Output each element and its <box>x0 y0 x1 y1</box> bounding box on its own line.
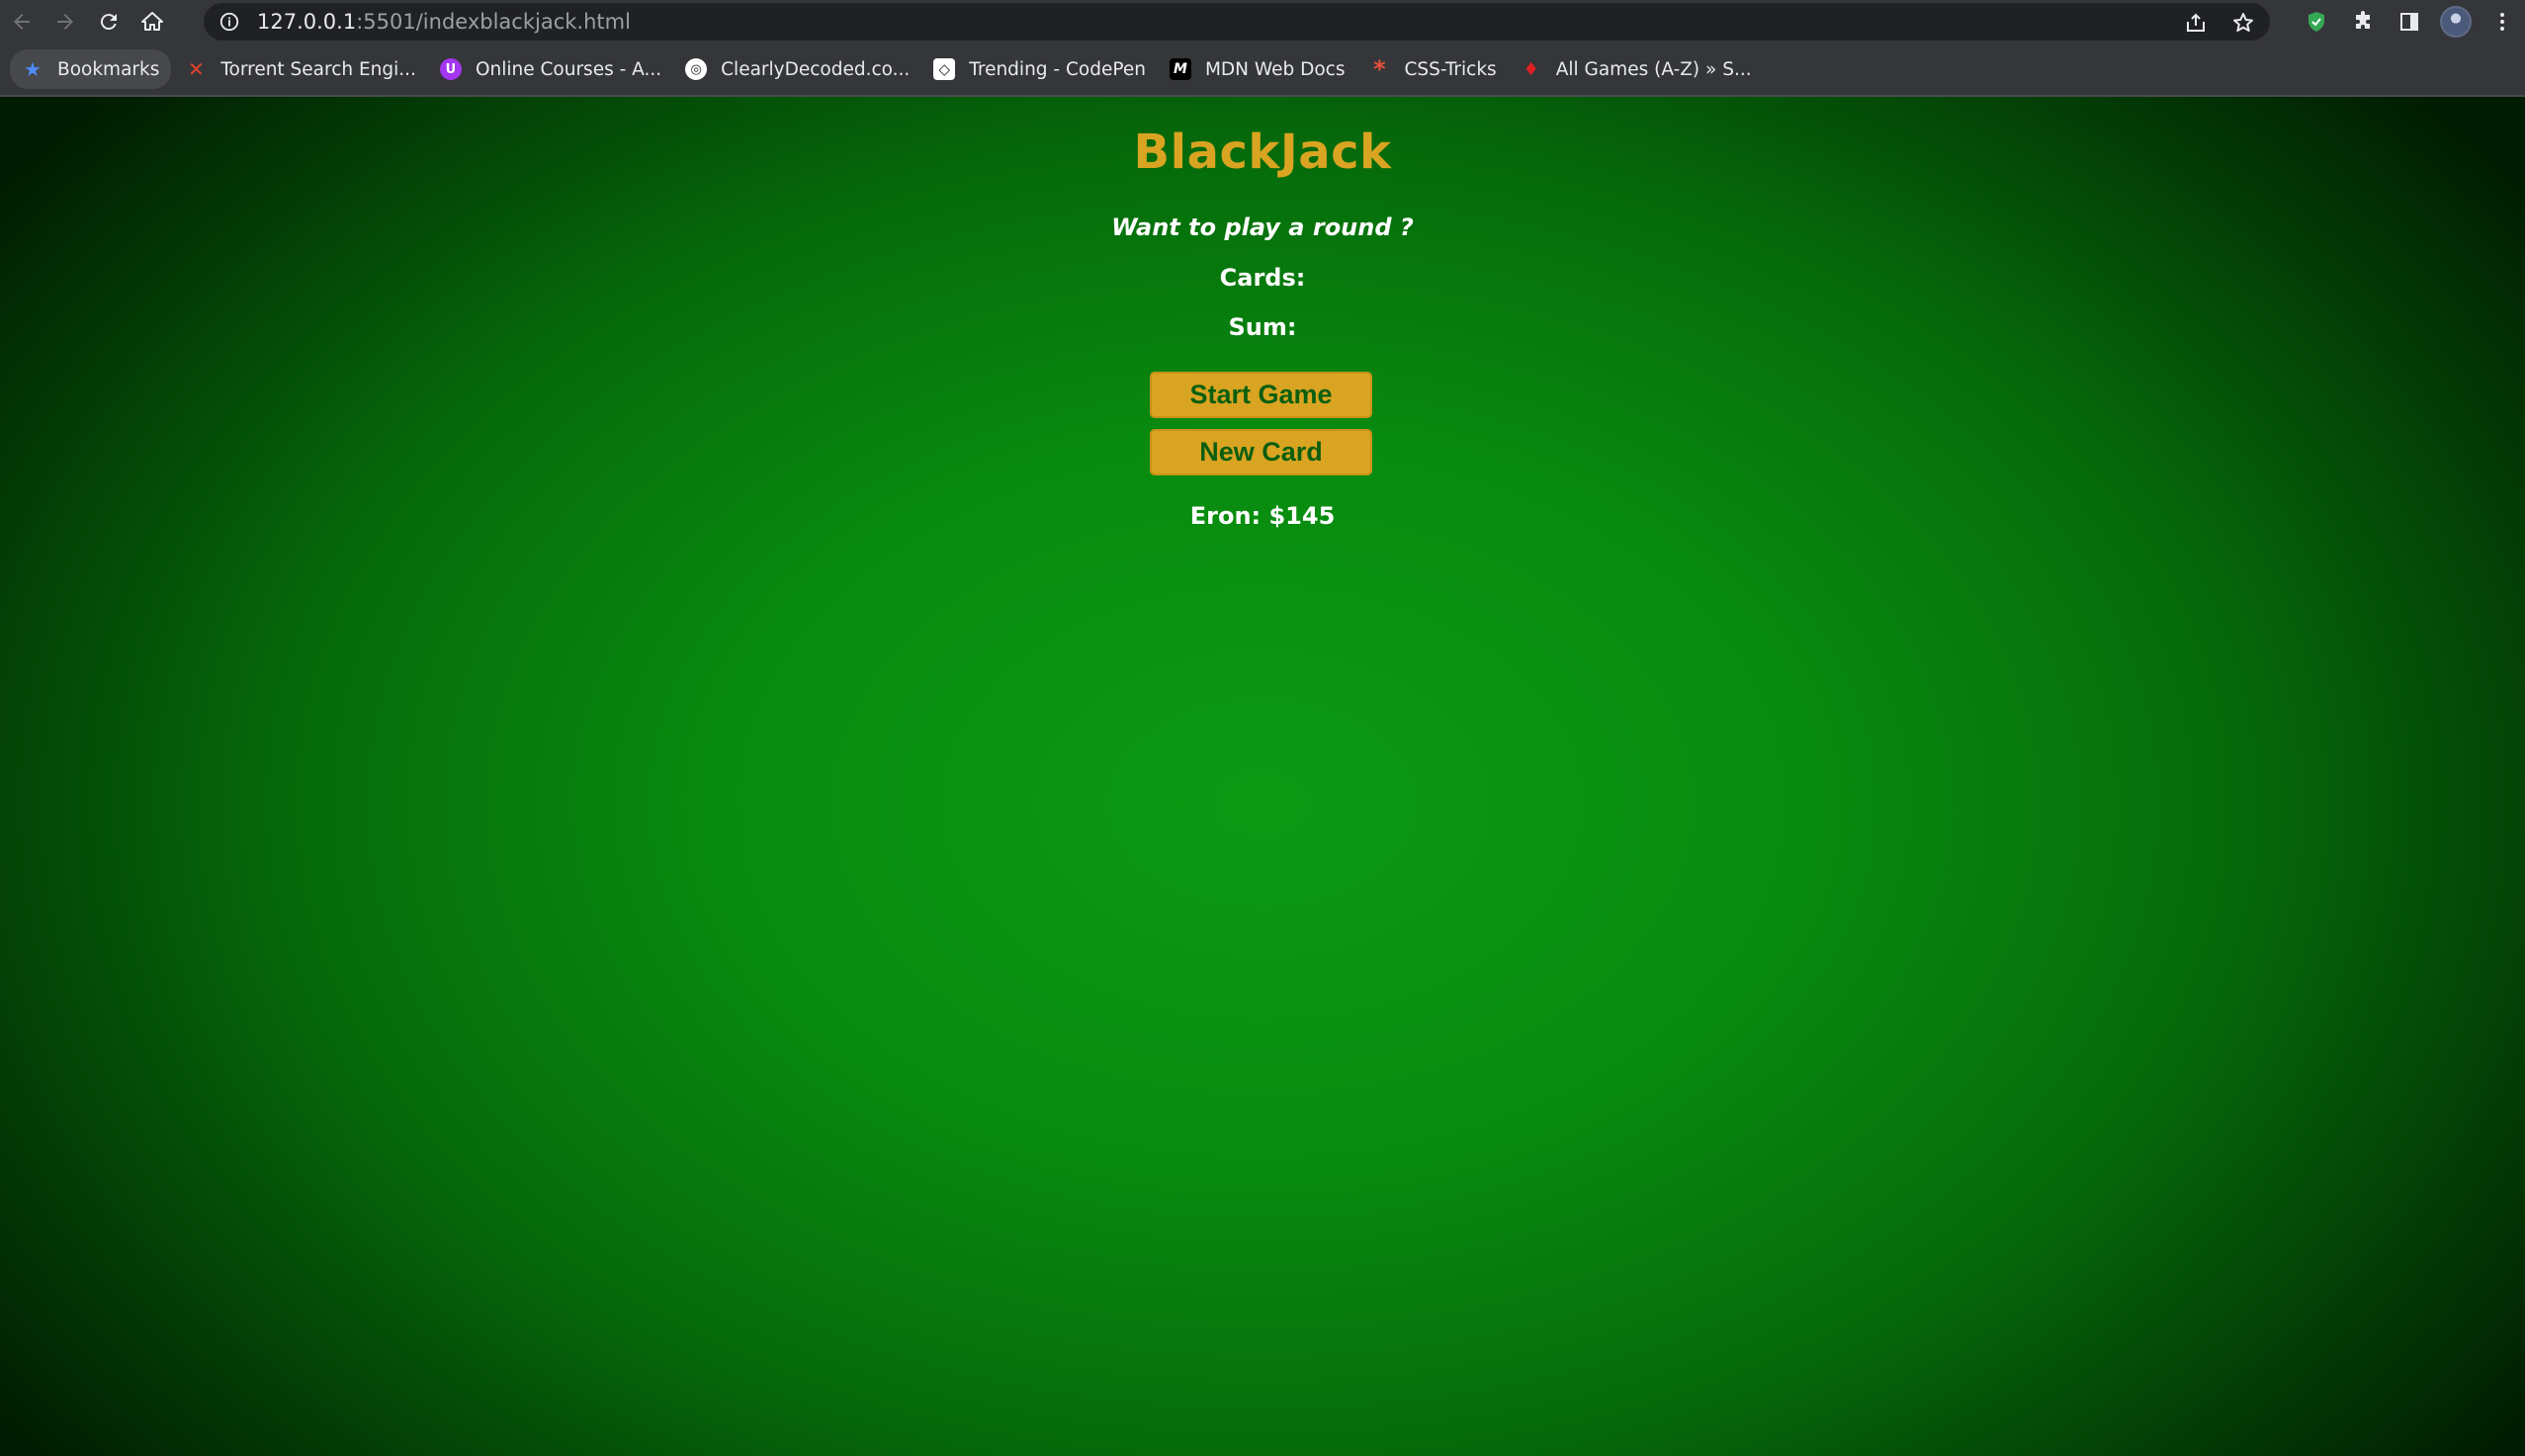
blackjack-page: BlackJack Want to play a round ? Cards: … <box>0 97 2525 1456</box>
start-game-button[interactable]: Start Game <box>1150 372 1372 418</box>
share-icon[interactable] <box>2183 10 2209 36</box>
bookmark-label: ClearlyDecoded.co... <box>721 58 911 80</box>
bookmark-bookmarks[interactable]: ★ Bookmarks <box>10 49 172 89</box>
profile-avatar[interactable] <box>2432 0 2479 43</box>
home-icon <box>141 12 163 31</box>
shield-extension-icon[interactable] <box>2293 0 2339 43</box>
game-prompt: Want to play a round ? <box>1111 214 1414 241</box>
player-balance: Eron: $145 <box>1189 502 1336 530</box>
address-bar[interactable]: 127.0.0.1:5501/indexblackjack.html <box>204 3 2270 41</box>
site-info-icon[interactable] <box>218 10 241 34</box>
browser-toolbar: 127.0.0.1:5501/indexblackjack.html <box>0 0 2525 43</box>
side-panel-icon[interactable] <box>2386 0 2432 43</box>
bookmark-label: Online Courses - A... <box>475 58 662 80</box>
star-icon: ★ <box>24 57 42 81</box>
bookmarks-bar: ★ Bookmarks ✕ Torrent Search Engi... U O… <box>0 43 2525 97</box>
arrow-left-icon <box>14 14 30 30</box>
avatar-icon <box>2439 6 2472 38</box>
home-button[interactable] <box>131 0 174 43</box>
bookmark-star-icon[interactable] <box>2230 10 2256 36</box>
mdn-icon: M <box>1169 58 1191 80</box>
forward-button[interactable] <box>44 0 87 43</box>
codepen-icon: ◇ <box>933 58 956 80</box>
browser-menu-button[interactable] <box>2479 0 2525 43</box>
globe-icon: ◎ <box>685 58 708 80</box>
bookmark-label: Torrent Search Engi... <box>220 58 416 80</box>
cards-display: Cards: <box>1219 264 1306 292</box>
url-path: :5501/indexblackjack.html <box>356 10 631 34</box>
udemy-icon: U <box>439 58 462 80</box>
url-text: 127.0.0.1:5501/indexblackjack.html <box>257 10 631 34</box>
reload-icon <box>100 14 117 31</box>
bookmark-online-courses[interactable]: U Online Courses - A... <box>430 49 671 89</box>
bookmark-codepen[interactable]: ◇ Trending - CodePen <box>923 49 1156 89</box>
back-button[interactable] <box>0 0 44 43</box>
reload-button[interactable] <box>87 0 131 43</box>
arrow-right-icon <box>57 14 73 30</box>
bookmark-label: All Games (A-Z) » S... <box>1555 58 1752 80</box>
bookmark-label: CSS-Tricks <box>1404 58 1497 80</box>
new-card-button[interactable]: New Card <box>1150 429 1372 475</box>
bookmark-css-tricks[interactable]: * CSS-Tricks <box>1358 49 1506 89</box>
bookmark-clearlydecoded[interactable]: ◎ ClearlyDecoded.co... <box>675 49 919 89</box>
bookmark-mdn[interactable]: M MDN Web Docs <box>1160 49 1355 89</box>
kebab-menu-icon <box>2499 13 2504 31</box>
bookmark-label: Trending - CodePen <box>969 58 1146 80</box>
bookmark-all-games[interactable]: ♦ All Games (A-Z) » S... <box>1511 49 1762 89</box>
page-title: BlackJack <box>1133 125 1392 180</box>
game-icon: ♦ <box>1523 58 1539 80</box>
asterisk-icon: * <box>1373 55 1386 83</box>
sum-display: Sum: <box>1228 313 1297 341</box>
x-icon: ✕ <box>187 57 205 81</box>
extensions-puzzle-icon[interactable] <box>2339 0 2386 43</box>
url-host: 127.0.0.1 <box>257 10 357 34</box>
bookmark-label: MDN Web Docs <box>1204 58 1346 80</box>
bookmark-label: Bookmarks <box>57 58 160 80</box>
bookmark-torrent-search[interactable]: ✕ Torrent Search Engi... <box>175 49 426 89</box>
